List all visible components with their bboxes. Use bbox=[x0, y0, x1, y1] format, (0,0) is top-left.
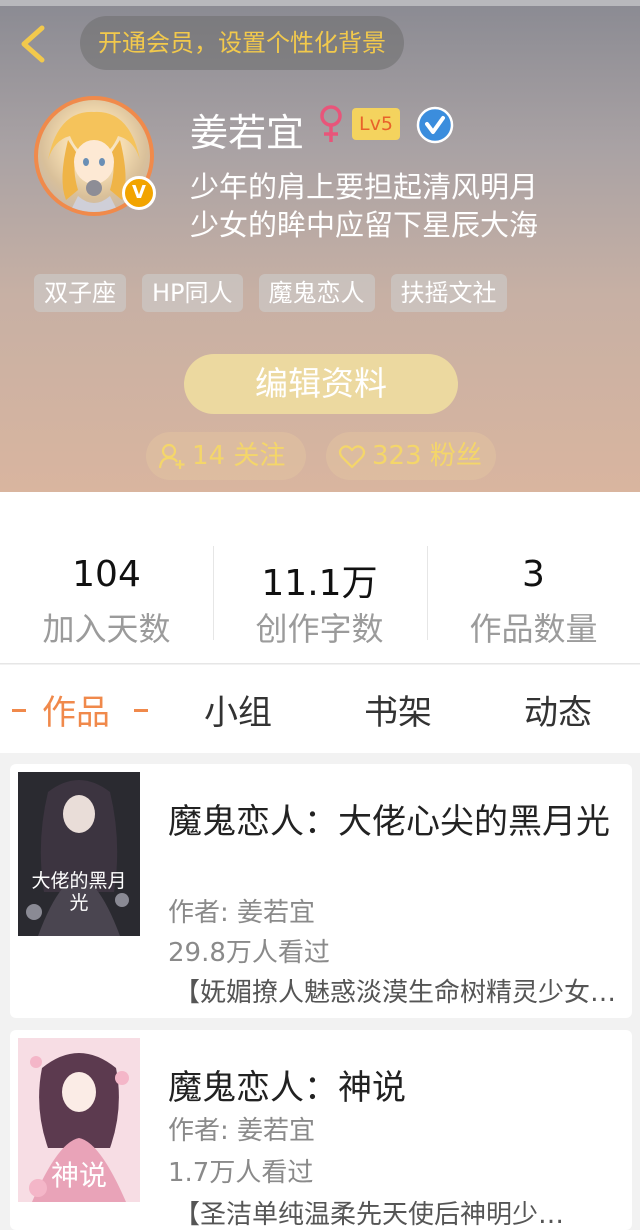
stat-label: 作品数量 bbox=[469, 610, 598, 648]
book-author: 作者: 姜若宜 bbox=[168, 1116, 316, 1146]
stat-label: 加入天数 bbox=[42, 610, 171, 648]
book-views: 1.7万人看过 bbox=[168, 1158, 314, 1188]
username: 姜若宜 bbox=[190, 111, 305, 155]
vip-background-banner[interactable]: 开通会员，设置个性化背景 bbox=[80, 16, 404, 70]
book-description: 【圣洁单纯温柔先天使后神明少… bbox=[174, 1200, 565, 1230]
book-cover[interactable]: 大佬的黑月光 bbox=[18, 772, 140, 936]
stat-days: 104 加入天数 bbox=[0, 492, 213, 664]
female-icon bbox=[320, 105, 342, 142]
tag-list: 双子座 HP同人 魔鬼恋人 扶摇文社 bbox=[34, 274, 507, 312]
stat-label: 创作字数 bbox=[255, 610, 384, 648]
profile-header: 开通会员，设置个性化背景 V 姜若宜 Lv5 少年的肩上要担起清风明月 少女的眸… bbox=[0, 0, 640, 492]
level-badge: Lv5 bbox=[352, 108, 400, 140]
tab-bookshelf[interactable]: 书架 bbox=[364, 685, 432, 734]
tag-chip[interactable]: 扶摇文社 bbox=[390, 274, 507, 312]
tab-works[interactable]: 作品 bbox=[42, 685, 110, 734]
fans-button[interactable]: 323 粉丝 bbox=[326, 432, 496, 480]
stat-works: 3 作品数量 bbox=[427, 492, 640, 664]
stat-value: 104 bbox=[72, 554, 141, 595]
book-description: 【妩媚撩人魅惑淡漠生命树精灵少女… bbox=[174, 978, 617, 1008]
edit-profile-button[interactable]: 编辑资料 bbox=[184, 354, 458, 414]
stat-value: 11.1万 bbox=[261, 563, 378, 604]
book-cover[interactable]: 神说 bbox=[18, 1038, 140, 1202]
stat-value: 3 bbox=[522, 554, 545, 595]
tab-activity[interactable]: 动态 bbox=[524, 685, 592, 734]
profile-tabs: 作品 小组 书架 动态 bbox=[0, 665, 640, 753]
heart-icon bbox=[338, 445, 366, 469]
book-views: 29.8万人看过 bbox=[168, 938, 330, 968]
tab-groups[interactable]: 小组 bbox=[204, 685, 272, 734]
status-bar bbox=[0, 0, 640, 6]
book-cover-title: 神说 bbox=[50, 1159, 107, 1192]
fans-count: 323 粉丝 bbox=[372, 441, 482, 471]
book-cover-title: 大佬的黑月光 bbox=[31, 870, 127, 914]
bio-line: 少年的肩上要担起清风明月 bbox=[190, 170, 539, 204]
tag-chip[interactable]: 魔鬼恋人 bbox=[258, 274, 375, 312]
user-plus-icon bbox=[158, 443, 185, 469]
tag-chip[interactable]: HP同人 bbox=[142, 274, 243, 312]
stats-row: 104 加入天数 11.1万 创作字数 3 作品数量 bbox=[0, 492, 640, 664]
book-card[interactable]: 大佬的黑月光 魔鬼恋人：大佬心尖的黑月光 作者: 姜若宜 29.8万人看过 【妩… bbox=[10, 764, 632, 1018]
avatar-vip-badge: V bbox=[122, 176, 156, 210]
verified-check-icon bbox=[416, 106, 454, 144]
following-button[interactable]: 14 关注 bbox=[146, 432, 306, 480]
book-author: 作者: 姜若宜 bbox=[168, 898, 316, 928]
active-tab-marker bbox=[134, 709, 148, 712]
chevron-left-icon bbox=[21, 25, 45, 63]
avatar[interactable]: V bbox=[34, 96, 156, 216]
tag-chip[interactable]: 双子座 bbox=[34, 274, 126, 312]
profile-bio: 少年的肩上要担起清风明月 少女的眸中应留下星辰大海 bbox=[190, 168, 538, 244]
book-card[interactable]: 神说 魔鬼恋人：神说 作者: 姜若宜 1.7万人看过 【圣洁单纯温柔先天使后神明… bbox=[10, 1030, 632, 1230]
back-button[interactable] bbox=[14, 22, 54, 66]
following-count: 14 关注 bbox=[192, 441, 286, 471]
book-title[interactable]: 魔鬼恋人：神说 bbox=[168, 1060, 406, 1109]
book-title[interactable]: 魔鬼恋人：大佬心尖的黑月光 bbox=[168, 794, 610, 843]
stat-words: 11.1万 创作字数 bbox=[213, 492, 426, 664]
active-tab-marker bbox=[12, 709, 26, 712]
bio-line: 少女的眸中应留下星辰大海 bbox=[190, 208, 539, 242]
